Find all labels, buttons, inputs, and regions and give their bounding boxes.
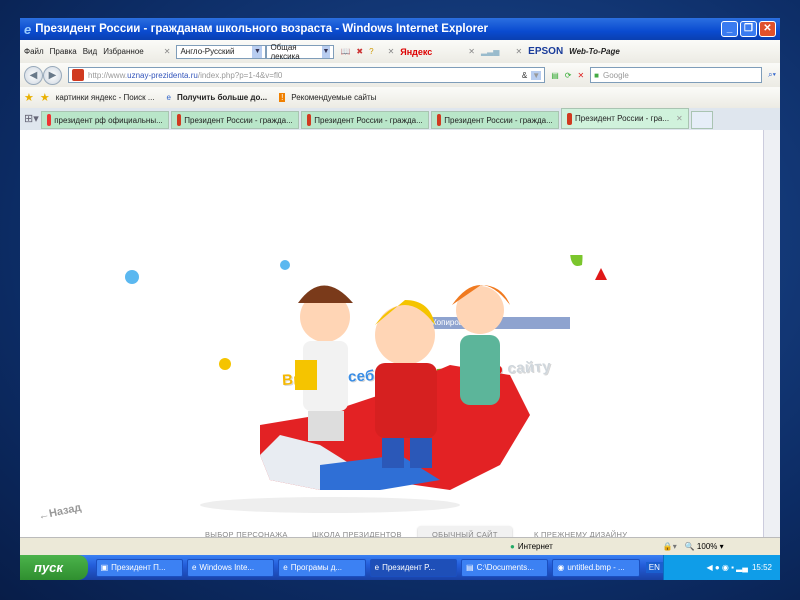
- favorite-link[interactable]: Получить больше до...: [177, 93, 267, 102]
- chevron-down-icon: ▼: [321, 45, 331, 58]
- address-bar[interactable]: http://www.uznay-prezidenta.ru/index.php…: [68, 67, 546, 83]
- ie-icon: e: [191, 563, 197, 572]
- close-signal-icon[interactable]: ✕: [468, 47, 475, 56]
- tab-label: Президент России - гра...: [575, 114, 670, 123]
- taskbar-item[interactable]: e Windows Inte...: [186, 558, 275, 577]
- chevron-down-icon: ▼: [252, 45, 263, 58]
- menu-view[interactable]: Вид: [83, 47, 97, 56]
- refresh-icon[interactable]: ⟳: [565, 71, 572, 80]
- help-icon[interactable]: ?: [369, 47, 373, 56]
- tab[interactable]: Президент России - гражда...: [430, 111, 559, 129]
- close-tab-icon[interactable]: ✕: [676, 114, 683, 123]
- title-bar: e Президент России - гражданам школьного…: [20, 18, 780, 40]
- menu-edit[interactable]: Правка: [50, 47, 77, 56]
- taskbar-item[interactable]: ◉ untitled.bmp - ...: [552, 558, 640, 577]
- tab-label: президент рф официальны...: [54, 115, 163, 125]
- language-indicator[interactable]: EN: [645, 562, 663, 573]
- status-bar: ● Интернет 🔒▾ 🔍 100% ▾: [20, 537, 780, 555]
- taskbar-item-active[interactable]: e Президент P...: [369, 558, 458, 577]
- favorite-link[interactable]: Рекомендуемые сайты: [291, 93, 376, 102]
- suggested-sites-icon: !: [279, 93, 286, 102]
- favorite-link[interactable]: картинки яндекс - Поиск ...: [56, 93, 155, 102]
- tab-label: Президент России - гражда...: [184, 115, 293, 125]
- window-title: Президент России - гражданам школьного в…: [35, 23, 488, 35]
- compat-icon[interactable]: &: [522, 71, 527, 80]
- site-favicon: [176, 114, 182, 126]
- page-content: Копировать Выбери себе проводника по сай…: [20, 130, 763, 543]
- tab-label: Президент России - гражда...: [314, 115, 423, 125]
- address-url: http://www.uznay-prezidenta.ru/index.php…: [88, 70, 283, 80]
- favorites-star-icon[interactable]: ★: [24, 91, 34, 104]
- menu-toolbar: Файл Правка Вид Избранное ✕ Англо-Русски…: [20, 40, 780, 63]
- search-input[interactable]: ■ Google: [590, 67, 763, 83]
- tray-icons[interactable]: ◀ ● ◉ ▪ ▂▄: [706, 563, 748, 572]
- minimize-button[interactable]: _: [721, 21, 738, 37]
- tab[interactable]: президент рф официальны...: [40, 111, 169, 129]
- taskbar-item[interactable]: e Програмы д...: [278, 558, 366, 577]
- close-toolbar-icon[interactable]: ✕: [164, 47, 171, 56]
- dictionary-value: Общая лексика: [270, 42, 300, 61]
- epson-logo: EPSON: [528, 46, 564, 57]
- taskbar-item[interactable]: ▤ C:\Documents...: [461, 558, 549, 577]
- menu-file[interactable]: Файл: [24, 47, 44, 56]
- characters-illustration: [125, 255, 607, 513]
- folder-icon: ▤: [466, 563, 474, 572]
- quick-tabs-icon[interactable]: ⊞▾: [24, 112, 39, 125]
- signal-icon: ▂▃▅: [480, 47, 500, 56]
- forward-button[interactable]: ▶: [43, 65, 62, 85]
- tab[interactable]: Президент России - гражда...: [300, 111, 429, 129]
- zoom-level[interactable]: 🔍 100% ▾: [685, 542, 724, 551]
- new-tab-button[interactable]: [690, 111, 713, 129]
- yandex-favicon: [46, 114, 52, 126]
- paint-icon: ◉: [557, 563, 565, 572]
- compat-view-icon[interactable]: ▤: [551, 71, 559, 80]
- tab-bar: ⊞▾ президент рф официальны... Президент …: [20, 108, 780, 130]
- start-button[interactable]: пуск: [20, 555, 88, 580]
- site-favicon: [306, 114, 312, 126]
- site-favicon: [72, 69, 84, 81]
- tab-label: Президент России - гражда...: [444, 115, 553, 125]
- translate-icon[interactable]: 📖: [340, 47, 350, 56]
- dictionary-select[interactable]: Общая лексика ▼: [266, 42, 335, 61]
- ie-icon: e: [166, 93, 171, 102]
- system-tray: ◀ ● ◉ ▪ ▂▄ 15:52: [662, 555, 780, 580]
- site-favicon: [566, 112, 573, 125]
- ie-icon: e: [283, 563, 288, 572]
- taskbar-item[interactable]: ▣ Президент П...: [95, 558, 183, 577]
- tools-icon[interactable]: ✖: [356, 47, 363, 56]
- restore-button[interactable]: ❐: [740, 21, 757, 37]
- back-link[interactable]: ←Назад: [37, 502, 82, 523]
- search-placeholder: Google: [603, 70, 629, 80]
- web-to-page-button[interactable]: Web-To-Page: [569, 47, 620, 56]
- close-button[interactable]: ✕: [759, 21, 776, 37]
- yandex-button[interactable]: Яндекс: [400, 47, 432, 57]
- protected-mode-icon[interactable]: 🔒▾: [663, 542, 677, 551]
- start-label: пуск: [34, 560, 63, 575]
- language-value: Англо-Русский: [180, 47, 235, 56]
- tab-active[interactable]: Президент России - гра... ✕: [560, 108, 689, 129]
- close-yandex-icon[interactable]: ✕: [388, 47, 395, 56]
- language-select[interactable]: Англо-Русский ▼: [176, 44, 267, 59]
- address-toolbar: ◀ ▶ http://www.uznay-prezidenta.ru/index…: [20, 63, 780, 87]
- add-favorites-icon[interactable]: ★: [40, 91, 50, 104]
- favorites-bar: ★ ★ картинки яндекс - Поиск ... e Получи…: [20, 87, 780, 108]
- menu-favorites[interactable]: Избранное: [103, 47, 144, 56]
- ie-icon: e: [374, 563, 380, 572]
- stop-icon[interactable]: ✕: [577, 71, 584, 80]
- security-zone: Интернет: [517, 542, 553, 551]
- ie-logo-icon: e: [24, 21, 32, 37]
- vertical-scrollbar[interactable]: [763, 130, 780, 537]
- site-favicon: [436, 114, 442, 126]
- ie-window: e Президент России - гражданам школьного…: [20, 18, 780, 580]
- search-icon[interactable]: ⌕▾: [768, 70, 776, 80]
- taskbar: пуск ▣ Президент П... e Windows Inte... eП…: [20, 555, 780, 580]
- globe-icon: ●: [510, 542, 515, 551]
- address-dropdown[interactable]: ▼: [531, 70, 542, 80]
- close-epson-icon[interactable]: ✕: [515, 47, 522, 56]
- clock: 15:52: [751, 563, 772, 572]
- back-button[interactable]: ◀: [24, 65, 43, 85]
- google-icon: ■: [594, 70, 599, 80]
- powerpoint-icon: ▣: [100, 563, 109, 572]
- tab[interactable]: Президент России - гражда...: [170, 111, 299, 129]
